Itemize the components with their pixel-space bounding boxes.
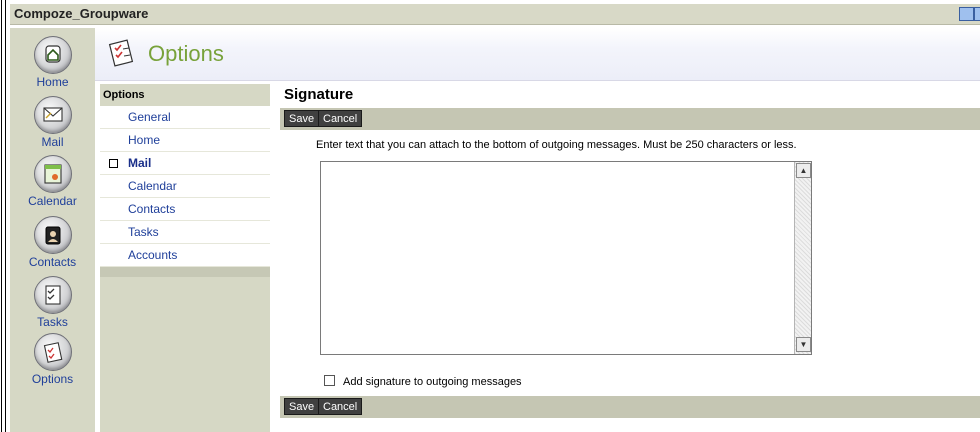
options-item-tasks[interactable]: Tasks [100, 221, 270, 244]
signature-textarea-frame: ▲ ▼ [320, 161, 812, 355]
add-signature-checkbox[interactable] [324, 375, 335, 386]
nav-item-label: Options [31, 372, 74, 386]
nav-item-mail[interactable]: Mail [10, 96, 95, 149]
nav-item-label: Tasks [37, 315, 68, 329]
options-item-contacts[interactable]: Contacts [100, 198, 270, 221]
options-item-accounts[interactable]: Accounts [100, 244, 270, 267]
nav-item-tasks[interactable]: Tasks [10, 276, 95, 329]
nav-item-contacts[interactable]: Contacts [10, 216, 95, 269]
options-menu-list: General Home Mail Calendar Contacts Task… [100, 106, 270, 267]
app-titlebar: Compoze_Groupware [10, 4, 980, 25]
nav-item-home[interactable]: Home [10, 36, 95, 89]
nav-item-label: Mail [41, 135, 64, 149]
save-button[interactable]: Save [284, 398, 320, 415]
options-item-label: Home [128, 133, 161, 147]
main-nav: Home Mail Calendar Contacts Tasks Option… [10, 28, 95, 432]
add-signature-option: Add signature to outgoing messages [324, 375, 522, 388]
options-checklist-icon [108, 39, 134, 67]
signature-instructions: Enter text that you can attach to the bo… [316, 139, 797, 151]
mail-icon [33, 96, 72, 134]
frame-line [5, 0, 6, 432]
options-item-home[interactable]: Home [100, 129, 270, 152]
scroll-down-icon[interactable]: ▼ [796, 337, 811, 352]
nav-item-options[interactable]: Options [10, 333, 95, 386]
page-header: Options [95, 28, 980, 81]
save-button[interactable]: Save [284, 110, 320, 127]
signature-panel: Signature Save Cancel Enter text that yo… [280, 84, 980, 432]
nav-item-label: Calendar [28, 194, 77, 208]
options-item-label: Calendar [128, 179, 177, 193]
options-menu: Options General Home Mail Calendar Conta… [100, 84, 270, 432]
add-signature-label: Add signature to outgoing messages [343, 376, 522, 388]
window-frame [0, 0, 10, 432]
section-title: Signature [284, 86, 354, 103]
options-item-calendar[interactable]: Calendar [100, 175, 270, 198]
options-item-label: Accounts [128, 248, 178, 262]
options-item-label: Contacts [128, 202, 176, 216]
options-item-label: General [128, 110, 171, 124]
nav-item-calendar[interactable]: Calendar [10, 155, 95, 208]
selected-marker-icon [109, 159, 118, 168]
app-title: Compoze_Groupware [14, 6, 149, 21]
maximize-window-icon[interactable] [974, 7, 980, 21]
bottom-toolbar: Save Cancel [280, 396, 980, 418]
contacts-icon [33, 216, 72, 254]
options-menu-footer [100, 267, 270, 277]
house-icon [33, 36, 72, 74]
options-item-mail[interactable]: Mail [100, 152, 270, 175]
signature-input[interactable] [321, 162, 795, 354]
nav-item-label: Contacts [28, 255, 77, 269]
scroll-up-icon[interactable]: ▲ [796, 163, 811, 178]
options-item-general[interactable]: General [100, 106, 270, 129]
calendar-icon [33, 155, 72, 193]
signature-scrollbar[interactable]: ▲ ▼ [794, 162, 811, 354]
options-menu-heading: Options [103, 89, 145, 101]
cancel-button[interactable]: Cancel [318, 398, 363, 415]
restore-window-icon[interactable] [959, 7, 974, 21]
options-item-label: Mail [128, 156, 152, 170]
cancel-button[interactable]: Cancel [318, 110, 363, 127]
tasks-icon [33, 276, 72, 314]
nav-item-label: Home [36, 75, 69, 89]
options-icon [33, 333, 72, 371]
page-title: Options [148, 41, 224, 66]
options-item-label: Tasks [128, 225, 159, 239]
frame-line [1, 0, 2, 432]
top-toolbar: Save Cancel [280, 108, 980, 130]
